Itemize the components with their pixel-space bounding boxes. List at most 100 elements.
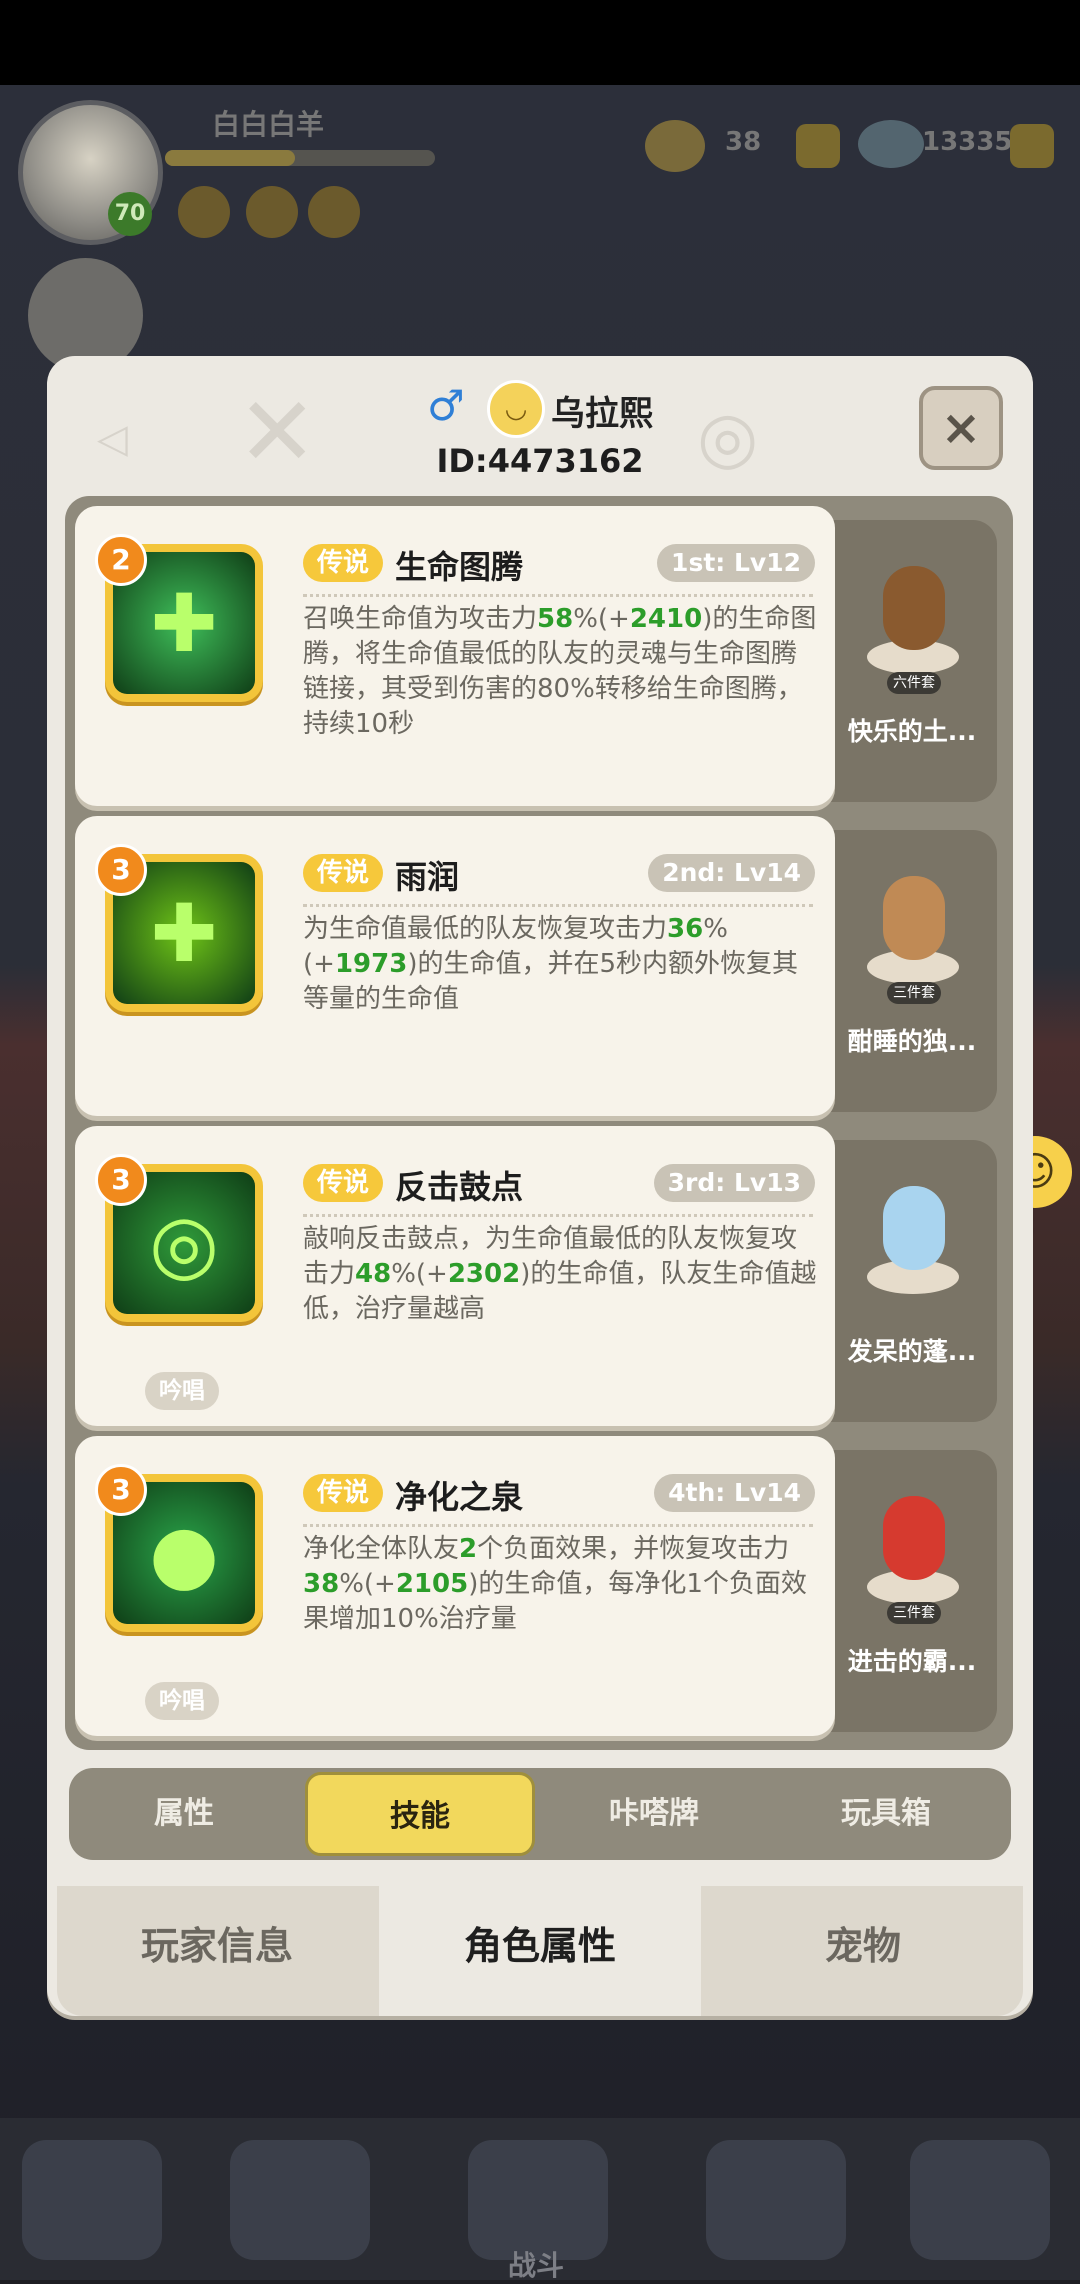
avatar-face-icon: ◡: [487, 380, 545, 438]
skill-value: 2: [459, 1534, 478, 1564]
skill-description: 召唤生命值为攻击力58%(+2410)的生命图腾，将生命值最低的队友的灵魂与生命…: [303, 602, 817, 742]
skill-card[interactable]: ✚ 3 传说 雨润 2nd: Lv14 为生命值最低的队友恢复攻击力36%(+1973)的…: [75, 816, 835, 1116]
skill-text: %(+: [573, 604, 630, 634]
player-id: ID:4473162: [436, 442, 644, 480]
background-nav-icon: [230, 2140, 370, 2260]
skill-value: 1973: [334, 949, 408, 979]
detail-tab-bar: 属性 技能 咔嗒牌 玩具箱: [69, 1768, 1011, 1860]
background-resource-2: 13335: [922, 127, 1013, 157]
chant-tag: 吟唱: [145, 1372, 219, 1410]
pet-name: 快乐的土...: [847, 717, 977, 746]
close-button[interactable]: ×: [919, 386, 1003, 470]
skill-text: 个负面效果，并恢复攻击力: [477, 1534, 790, 1564]
background-buff-icon: [178, 186, 230, 238]
skill-name: 反击鼓点: [395, 1168, 524, 1206]
skill-card[interactable]: ◎ 3 传说 反击鼓点 3rd: Lv13 敲响反击鼓点，为生命值最低的队友恢复攻击力48…: [75, 1126, 835, 1426]
pet-body: [883, 566, 945, 650]
background-player-name: 白白白羊: [212, 108, 325, 141]
skill-card[interactable]: ● 3 传说 净化之泉 4th: Lv14 净化全体队友2个负面效果，并恢复攻击力38%(…: [75, 1436, 835, 1736]
player-name: 乌拉熙: [551, 394, 653, 434]
skill-list[interactable]: 六件套 快乐的土... ✚ 2 传说 生命图腾 1st: Lv12 召唤生命值为攻击力58%(…: [65, 496, 1013, 1750]
skill-name: 净化之泉: [395, 1478, 524, 1516]
pet-slot[interactable]: 六件套快乐的土...: [827, 520, 997, 802]
skill-value: 2302: [447, 1259, 521, 1289]
pet-body: [883, 876, 945, 960]
skill-level-badge: 3: [95, 1464, 147, 1516]
skill-text: %(+: [391, 1259, 448, 1289]
background-level: 70: [108, 192, 152, 236]
pet-figure: 三件套: [867, 858, 959, 1004]
skill-card[interactable]: ✚ 2 传说 生命图腾 1st: Lv12 召唤生命值为攻击力58%(+2410)的生命图…: [75, 506, 835, 806]
skill-text: %(+: [339, 1569, 396, 1599]
skill-slot-level: 4th: Lv14: [654, 1474, 815, 1512]
skill-description: 净化全体队友2个负面效果，并恢复攻击力38%(+2105)的生命值，每净化1个负…: [303, 1532, 817, 1637]
pet-set-badge: 六件套: [887, 672, 941, 694]
skill-row[interactable]: 发呆的蓬... ◎ 3 传说 反击鼓点 3rd: Lv13 敲响反击鼓点，为生命值最低的队友…: [75, 1126, 1005, 1426]
skill-level-badge: 3: [95, 844, 147, 896]
chant-tag: 吟唱: [145, 1682, 219, 1720]
background-buff-icon: [246, 186, 298, 238]
skill-text: 为生命值最低的队友恢复攻击力: [303, 914, 668, 944]
pet-figure: 六件套: [867, 548, 959, 694]
background-buff-icon: [308, 186, 360, 238]
skill-name: 生命图腾: [395, 548, 524, 586]
divider: [303, 904, 813, 907]
skill-level-badge: 2: [95, 534, 147, 586]
male-icon: ♂: [427, 381, 465, 430]
background-resource-1: 38: [725, 127, 762, 157]
background-exp-bar: [165, 150, 435, 166]
skill-text: 召唤生命值为攻击力: [303, 604, 538, 634]
status-bar: [0, 0, 1080, 85]
skill-value: 38: [303, 1569, 340, 1599]
skill-description: 敲响反击鼓点，为生命值最低的队友恢复攻击力48%(+2302)的生命值，队友生命…: [303, 1222, 817, 1327]
tab-skills[interactable]: 技能: [305, 1772, 535, 1856]
background-nav-icon: [22, 2140, 162, 2260]
tab-toybox[interactable]: 玩具箱: [771, 1768, 1001, 1860]
skill-row[interactable]: 三件套 酣睡的独... ✚ 3 传说 雨润 2nd: Lv14 为生命值最低的队友恢复攻击力3…: [75, 816, 1005, 1116]
rarity-tag: 传说: [303, 854, 384, 892]
divider: [303, 1524, 813, 1527]
skill-slot-level: 3rd: Lv13: [653, 1164, 815, 1202]
tab-player-info[interactable]: 玩家信息: [57, 1886, 377, 2016]
skill-level-badge: 3: [95, 1154, 147, 1206]
background-plus-icon: [796, 124, 840, 168]
background-nav-icon: [910, 2140, 1050, 2260]
pet-name: 发呆的蓬...: [847, 1337, 977, 1366]
pet-body: [883, 1496, 945, 1580]
skill-value: 48: [355, 1259, 392, 1289]
skill-value: 36: [667, 914, 704, 944]
skill-text: 净化全体队友: [303, 1534, 460, 1564]
divider: [303, 1214, 813, 1217]
skill-value: 2410: [629, 604, 703, 634]
skill-value: 2105: [395, 1569, 469, 1599]
tab-pets[interactable]: 宠物: [703, 1886, 1023, 2016]
background-nav-icon: [468, 2140, 608, 2260]
player-detail-panel: ◁ ✕ ◎ ♂ ◡ 乌拉熙 ID:4473162 × 六件套 快乐的土... ✚ 2 传…: [47, 356, 1033, 2016]
rarity-tag: 传说: [303, 1474, 384, 1512]
background-plus-icon: [1010, 124, 1054, 168]
background-nav-icon: [706, 2140, 846, 2260]
rarity-tag: 传说: [303, 544, 384, 582]
background-battle-label: 战斗: [508, 2249, 565, 2282]
skill-slot-level: 2nd: Lv14: [648, 854, 815, 892]
pet-name: 酣睡的独...: [847, 1027, 977, 1056]
background-resource-icon: [645, 120, 705, 172]
tab-cards[interactable]: 咔嗒牌: [539, 1768, 769, 1860]
skill-row[interactable]: 六件套 快乐的土... ✚ 2 传说 生命图腾 1st: Lv12 召唤生命值为攻击力58%(…: [75, 506, 1005, 806]
tab-attributes[interactable]: 属性: [69, 1768, 299, 1860]
skill-name: 雨润: [395, 858, 460, 896]
skill-slot-level: 1st: Lv12: [657, 544, 815, 582]
pet-figure: [867, 1168, 959, 1298]
pet-slot[interactable]: 三件套酣睡的独...: [827, 830, 997, 1112]
pet-slot[interactable]: 三件套 进击的霸...: [827, 1450, 997, 1732]
pet-slot[interactable]: 发呆的蓬...: [827, 1140, 997, 1422]
skill-value: 58: [537, 604, 574, 634]
divider: [303, 594, 813, 597]
tab-character-attributes[interactable]: 角色属性: [379, 1886, 701, 2016]
skill-row[interactable]: 三件套 进击的霸... ● 3 传说 净化之泉 4th: Lv14 净化全体队友2个负面效果，…: [75, 1436, 1005, 1736]
skill-description: 为生命值最低的队友恢复攻击力36%(+1973)的生命值，并在5秒内额外恢复其等…: [303, 912, 817, 1017]
pet-set-badge: 三件套: [887, 1602, 941, 1624]
bottom-tab-bar: 玩家信息 角色属性 宠物: [57, 1886, 1023, 2016]
pet-body: [883, 1186, 945, 1270]
pet-set-badge: 三件套: [887, 982, 941, 1004]
